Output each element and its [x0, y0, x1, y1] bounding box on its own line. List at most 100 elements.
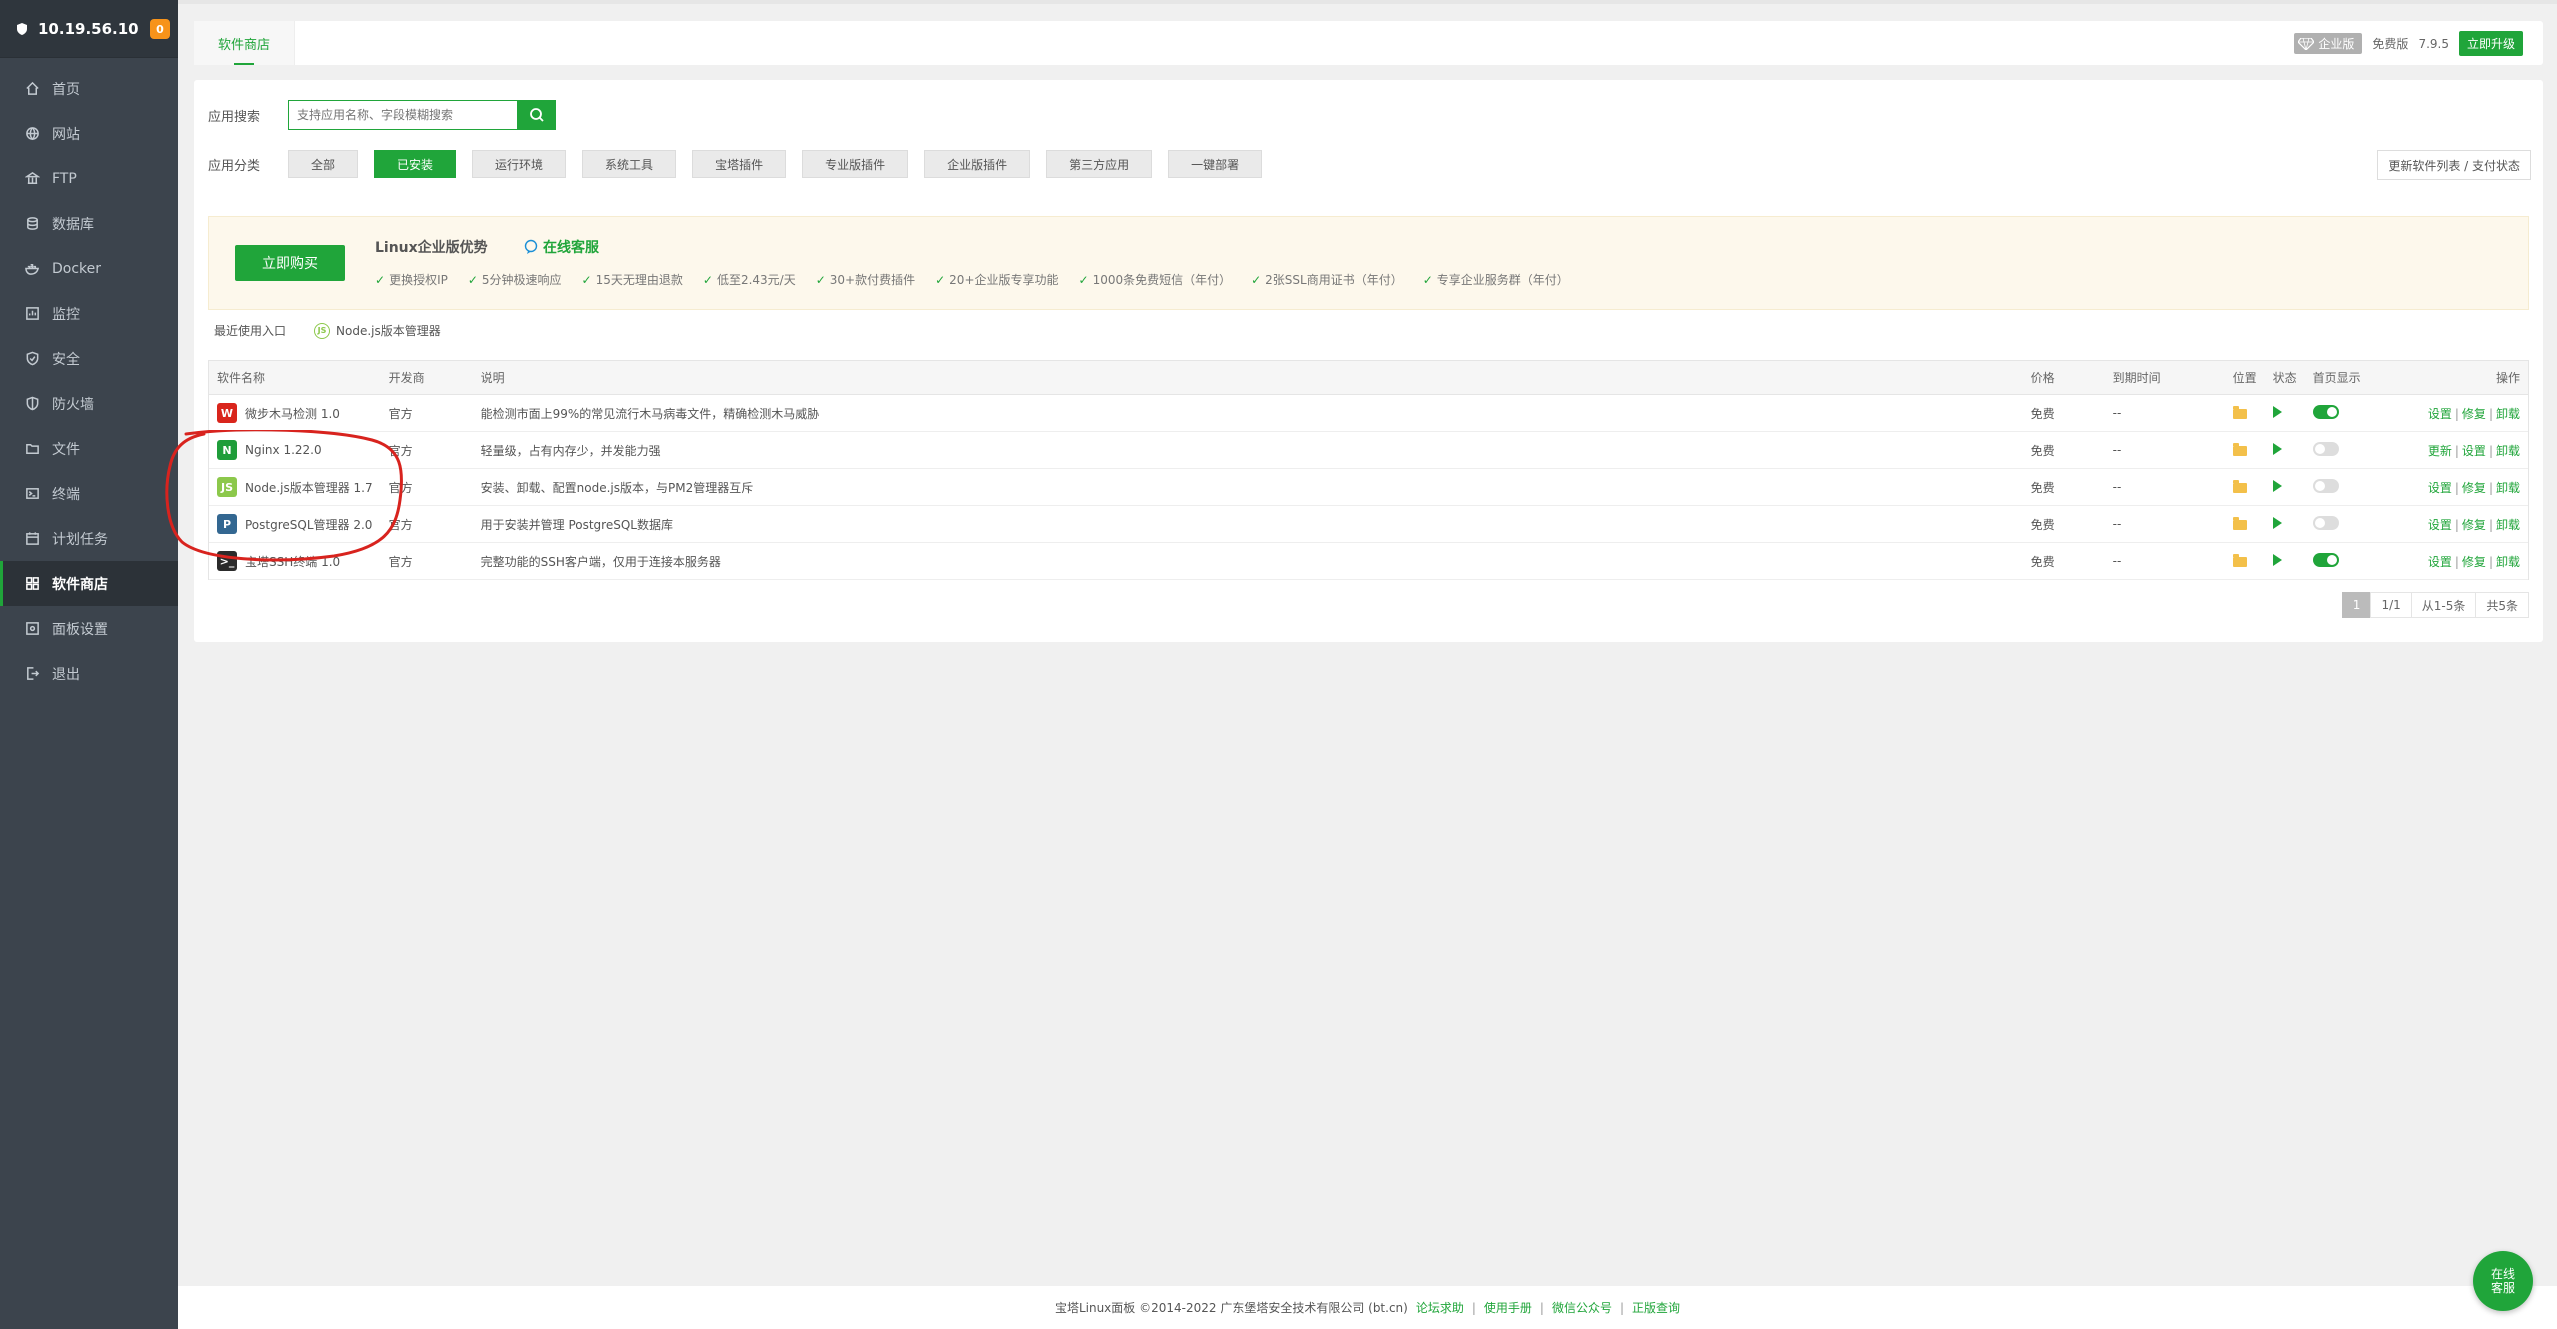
refresh-list-button[interactable]: 更新软件列表 / 支付状态 [2377, 150, 2531, 180]
op-link-2[interactable]: 修复 [2462, 555, 2486, 569]
category-button-2[interactable]: 运行环境 [472, 150, 567, 178]
op-link-3[interactable]: 卸载 [2496, 518, 2520, 532]
tab-software-store[interactable]: 软件商店 [194, 21, 296, 65]
ftp-icon [24, 171, 40, 187]
op-link-1[interactable]: 设置 [2428, 518, 2452, 532]
sidebar-item-label: 终端 [52, 486, 80, 503]
software-table: 软件名称 开发商 说明 价格 到期时间 位置 状态 首页显示 操作 W 微步木马检… [207, 360, 2529, 580]
sidebar-item-11[interactable]: 软件商店 [0, 561, 178, 606]
app-icon: W [217, 403, 237, 423]
category-button-0[interactable]: 全部 [288, 150, 359, 178]
category-button-6[interactable]: 企业版插件 [924, 150, 1031, 178]
home-icon [24, 81, 40, 97]
op-link-2[interactable]: 修复 [2462, 481, 2486, 495]
op-sep: | [2488, 443, 2493, 458]
op-sep: | [2488, 554, 2493, 569]
op-link-1[interactable]: 设置 [2428, 481, 2452, 495]
sidebar-item-1[interactable]: 网站 [0, 111, 178, 156]
folder-icon[interactable] [2232, 443, 2247, 456]
category-button-8[interactable]: 一键部署 [1168, 150, 1263, 178]
folder-icon[interactable] [2232, 406, 2247, 419]
category-button-4[interactable]: 宝塔插件 [692, 150, 787, 178]
play-icon[interactable] [2272, 479, 2282, 492]
sidebar-item-12[interactable]: 面板设置 [0, 606, 178, 651]
footer-link-manual[interactable]: 使用手册 [1484, 1299, 1532, 1316]
play-icon[interactable] [2272, 405, 2282, 418]
folder-icon[interactable] [2232, 480, 2247, 493]
top-right: 企业版 免费版 7.9.5 立即升级 [2294, 31, 2523, 56]
app-price: 免费 [2030, 443, 2055, 458]
app-name-cell[interactable]: JS Node.js版本管理器 1.7 [217, 477, 373, 497]
footer-link-forum[interactable]: 论坛求助 [1416, 1299, 1464, 1316]
category-button-1[interactable]: 已安装 [374, 150, 457, 178]
nodejs-icon: JS [314, 322, 331, 339]
notification-badge[interactable]: 0 [150, 19, 170, 39]
sidebar-item-5[interactable]: 监控 [0, 291, 178, 336]
col-name[interactable]: 软件名称 [207, 360, 381, 395]
search-button[interactable] [518, 100, 556, 130]
page-current[interactable]: 1 [2341, 592, 2372, 618]
home-display-toggle[interactable] [2312, 478, 2339, 493]
op-link-2[interactable]: 修复 [2462, 407, 2486, 421]
check-icon: ✓ [375, 272, 386, 287]
op-link-3[interactable]: 卸载 [2496, 481, 2520, 495]
home-display-toggle[interactable] [2312, 404, 2339, 419]
op-link-1[interactable]: 更新 [2428, 444, 2452, 458]
category-button-3[interactable]: 系统工具 [582, 150, 677, 178]
home-display-toggle[interactable] [2312, 441, 2339, 456]
play-icon[interactable] [2272, 442, 2282, 455]
op-link-3[interactable]: 卸载 [2496, 407, 2520, 421]
home-display-toggle[interactable] [2312, 552, 2339, 567]
search-input[interactable] [288, 100, 518, 130]
ops-cell: 设置 | 修复 | 卸载 [2384, 542, 2529, 580]
sidebar-item-6[interactable]: 安全 [0, 336, 178, 381]
recent-item-nodejs[interactable]: JS Node.js版本管理器 [314, 322, 441, 339]
op-sep: | [2454, 554, 2459, 569]
enterprise-badge[interactable]: 企业版 [2294, 33, 2363, 54]
app-desc: 安装、卸载、配置node.js版本，与PM2管理器互斥 [480, 480, 754, 495]
folder-icon[interactable] [2232, 554, 2247, 567]
sidebar-item-4[interactable]: Docker [0, 246, 178, 291]
op-link-3[interactable]: 卸载 [2496, 555, 2520, 569]
buy-now-button[interactable]: 立即购买 [235, 245, 345, 281]
folder-icon[interactable] [2232, 517, 2247, 530]
sidebar-item-8[interactable]: 文件 [0, 426, 178, 471]
sidebar-item-2[interactable]: FTP [0, 156, 178, 201]
op-sep: | [2454, 406, 2459, 421]
chat-bubble-icon [524, 239, 538, 254]
grid-icon [24, 576, 40, 592]
op-link-3[interactable]: 卸载 [2496, 444, 2520, 458]
sidebar-item-13[interactable]: 退出 [0, 651, 178, 696]
app-price: 免费 [2030, 554, 2055, 569]
server-header[interactable]: 10.19.56.10 0 [0, 0, 178, 58]
sidebar: 10.19.56.10 0 首页 网站 FTP 数据库 Docker 监控 安全 防火墙 文件终… [0, 0, 178, 1329]
category-button-7[interactable]: 第三方应用 [1046, 150, 1153, 178]
online-service-link[interactable]: 在线客服 [523, 237, 599, 257]
app-name: 微步木马检测 1.0 [245, 406, 340, 421]
feature-label: 15天无理由退款 [595, 273, 683, 287]
app-name-cell[interactable]: >_ 宝塔SSH终端 1.0 [217, 551, 373, 571]
sidebar-item-3[interactable]: 数据库 [0, 201, 178, 246]
op-link-1[interactable]: 设置 [2428, 555, 2452, 569]
sidebar-item-label: 面板设置 [52, 621, 108, 638]
enterprise-label: 企业版 [2318, 37, 2355, 51]
footer-link-verify[interactable]: 正版查询 [1632, 1299, 1680, 1316]
footer-link-wechat[interactable]: 微信公众号 [1552, 1299, 1612, 1316]
op-link-2[interactable]: 设置 [2462, 444, 2486, 458]
app-name-cell[interactable]: N Nginx 1.22.0 [217, 440, 373, 460]
op-link-2[interactable]: 修复 [2462, 518, 2486, 532]
category-button-5[interactable]: 专业版插件 [802, 150, 909, 178]
upgrade-button[interactable]: 立即升级 [2458, 31, 2523, 56]
sidebar-item-0[interactable]: 首页 [0, 66, 178, 111]
page-total: 共5条 [2475, 592, 2529, 618]
op-link-1[interactable]: 设置 [2428, 407, 2452, 421]
sidebar-item-10[interactable]: 计划任务 [0, 516, 178, 561]
sidebar-item-9[interactable]: 终端 [0, 471, 178, 516]
online-chat-button[interactable]: 在线 客服 [2473, 1251, 2533, 1311]
play-icon[interactable] [2272, 553, 2282, 566]
home-display-toggle[interactable] [2312, 515, 2339, 530]
app-name-cell[interactable]: W 微步木马检测 1.0 [217, 403, 373, 423]
sidebar-item-7[interactable]: 防火墙 [0, 381, 178, 426]
play-icon[interactable] [2272, 516, 2282, 529]
app-name-cell[interactable]: P PostgreSQL管理器 2.0 [217, 514, 373, 534]
